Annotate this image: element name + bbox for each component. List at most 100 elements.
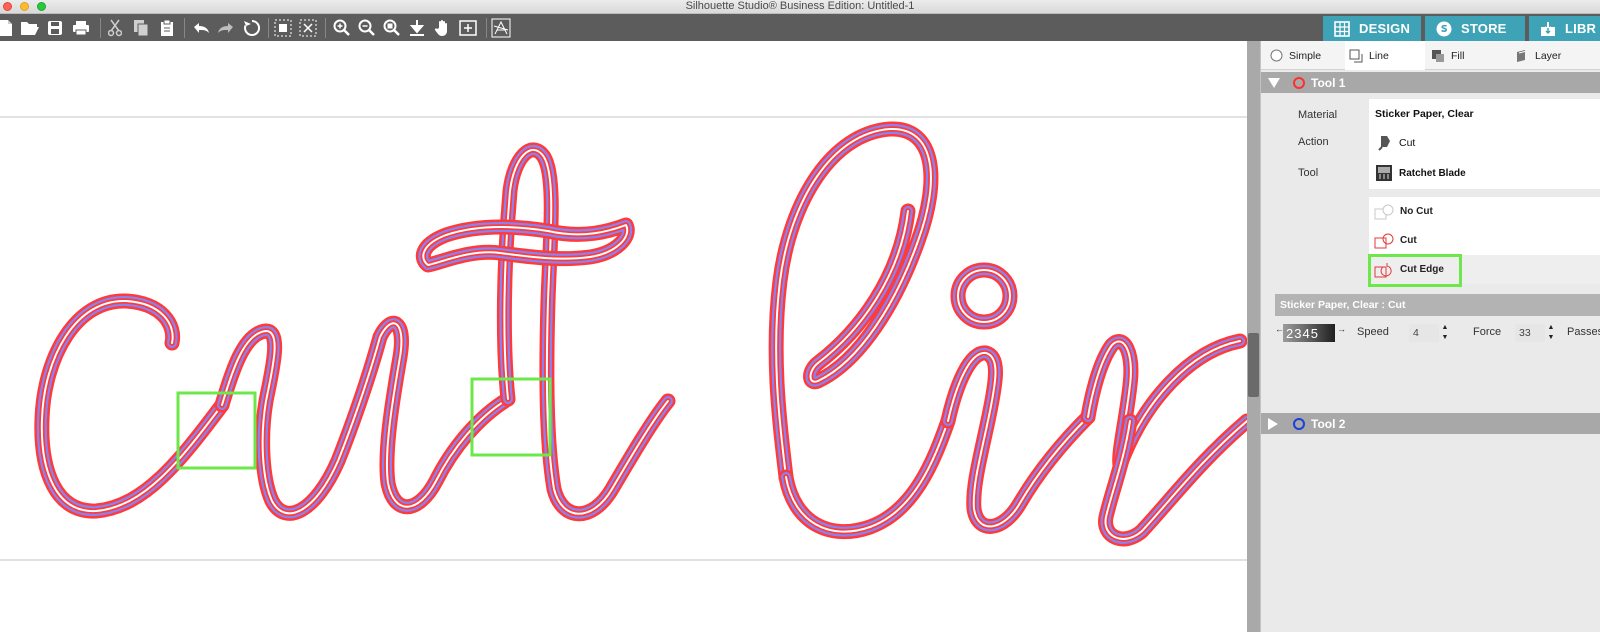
letter-stroke-1-layer-2 [219, 320, 511, 516]
design-canvas[interactable] [0, 41, 1247, 632]
zoom-fit-icon[interactable] [382, 18, 402, 38]
letter-stroke-4-layer-1 [771, 123, 936, 482]
tool-value: Ratchet Blade [1399, 167, 1466, 179]
letter-stroke-4-layer-3 [775, 127, 932, 478]
no-cut-icon [1374, 203, 1396, 221]
trace-icon[interactable] [491, 18, 511, 38]
tab-library-label: LIBR [1565, 21, 1597, 36]
expand-triangle-icon[interactable] [1267, 417, 1281, 431]
app-window: Silhouette Studio® Business Edition: Unt… [0, 0, 1600, 632]
speed-value: 4 [1413, 327, 1419, 339]
zoom-out-icon[interactable] [357, 18, 377, 38]
letter-stroke-2-layer-2 [501, 147, 671, 517]
tool2-color-icon [1293, 417, 1305, 430]
send-panel: Simple Line Fill Layer Tool 1 Material S… [1260, 41, 1600, 632]
tab-layer-label: Layer [1535, 49, 1562, 62]
material-select[interactable]: Sticker Paper, Clear [1369, 99, 1600, 129]
tab-layer[interactable]: Layer [1505, 41, 1600, 70]
save-icon[interactable] [45, 18, 65, 38]
tool-label: Tool [1298, 167, 1319, 179]
main-toolbar: DESIGN STORE LIBR [0, 14, 1600, 41]
collapse-triangle-icon[interactable] [1267, 77, 1281, 89]
tab-library[interactable]: LIBR [1529, 16, 1600, 41]
speed-stepper[interactable]: ▲ ▼ [1441, 323, 1449, 343]
paste-icon[interactable] [157, 18, 177, 38]
option-cut[interactable]: Cut [1369, 226, 1600, 255]
deselect-icon[interactable] [298, 18, 318, 38]
letter-stroke-2-layer-0 [496, 142, 676, 522]
letter-stroke-0-layer-3 [40, 299, 223, 513]
blade-cut-icon [1375, 134, 1393, 152]
title-bar: Silhouette Studio® Business Edition: Unt… [0, 0, 1600, 14]
tab-line[interactable]: Line [1345, 41, 1425, 70]
letter-stroke-2-layer-1 [499, 145, 673, 519]
no-cut-label: No Cut [1400, 206, 1433, 217]
tab-fill-label: Fill [1451, 49, 1465, 62]
speed-right-arrow-icon[interactable]: → [1337, 324, 1346, 334]
tool2-title: Tool 2 [1311, 416, 1346, 431]
move-down-icon[interactable] [407, 18, 427, 38]
tab-design-label: DESIGN [1359, 21, 1411, 36]
tab-line-label: Line [1369, 49, 1389, 62]
cut-settings-row: ← 2345 → Speed 4 ▲ ▼ Force 33 ▲ ▼ Passes [1275, 323, 1600, 343]
speed-scale-label: 2345 [1286, 325, 1319, 341]
option-no-cut[interactable]: No Cut [1369, 197, 1600, 226]
force-stepper[interactable]: ▲ ▼ [1547, 323, 1555, 343]
material-label: Material [1298, 109, 1338, 121]
tool1-title: Tool 1 [1311, 75, 1346, 90]
cut-icon[interactable] [105, 18, 125, 38]
force-label: Force [1473, 326, 1502, 338]
tool2-header[interactable]: Tool 2 [1261, 413, 1600, 434]
print-icon[interactable] [71, 18, 91, 38]
redo-icon[interactable] [216, 18, 236, 38]
action-label: Action [1298, 136, 1329, 148]
zoom-in-icon[interactable] [332, 18, 352, 38]
pan-hand-icon[interactable] [433, 18, 453, 38]
action-value: Cut [1399, 137, 1416, 149]
tab-store[interactable]: STORE [1425, 16, 1525, 41]
library-download-icon [1539, 20, 1557, 38]
line-icon [1349, 49, 1363, 63]
speed-slider[interactable]: 2345 [1283, 324, 1335, 342]
tab-design[interactable]: DESIGN [1323, 16, 1421, 41]
window-title: Silhouette Studio® Business Edition: Unt… [685, 0, 915, 12]
ratchet-blade-icon [1375, 164, 1393, 182]
letter-stroke-7-layer-3 [957, 269, 1011, 323]
speed-label: Speed [1357, 326, 1389, 338]
select-all-icon[interactable] [273, 18, 293, 38]
scrollbar-thumb[interactable] [1248, 333, 1259, 397]
canvas-drawing [0, 116, 1247, 561]
letter-stroke-4-layer-0 [768, 121, 939, 485]
fit-to-page-icon[interactable] [458, 18, 478, 38]
settings-header: Sticker Paper, Clear : Cut [1275, 294, 1600, 316]
redraw-icon[interactable] [242, 18, 262, 38]
tool-select[interactable]: Ratchet Blade [1369, 157, 1600, 189]
store-icon [1435, 20, 1453, 38]
tab-store-label: STORE [1461, 21, 1507, 36]
tab-simple-label: Simple [1289, 49, 1322, 62]
force-value: 33 [1519, 327, 1531, 339]
action-select[interactable]: Cut [1369, 129, 1600, 157]
tool1-color-icon [1293, 76, 1305, 89]
copy-icon[interactable] [131, 18, 151, 38]
canvas-vertical-scrollbar[interactable] [1247, 41, 1260, 632]
radio-icon [1269, 49, 1283, 63]
script-text-cut-lines[interactable] [34, 121, 1247, 547]
fill-icon [1431, 49, 1445, 63]
open-folder-icon[interactable] [20, 18, 40, 38]
tab-simple[interactable]: Simple [1269, 41, 1345, 70]
cut-label: Cut [1400, 235, 1417, 246]
letter-stroke-2-layer-3 [503, 148, 669, 515]
force-input[interactable]: 33 [1515, 324, 1545, 342]
undo-icon[interactable] [191, 18, 211, 38]
new-document-icon[interactable] [0, 18, 16, 38]
tab-fill[interactable]: Fill [1425, 41, 1505, 70]
letter-stroke-4-layer-2 [773, 126, 934, 480]
passes-label: Passes [1567, 326, 1600, 338]
grid-icon [1333, 20, 1351, 38]
cut-shape-icon [1374, 232, 1396, 250]
speed-input[interactable]: 4 [1409, 324, 1439, 342]
cut-edge-highlight [1368, 254, 1462, 287]
tool1-header[interactable]: Tool 1 [1261, 72, 1600, 93]
layer-icon [1515, 49, 1529, 63]
